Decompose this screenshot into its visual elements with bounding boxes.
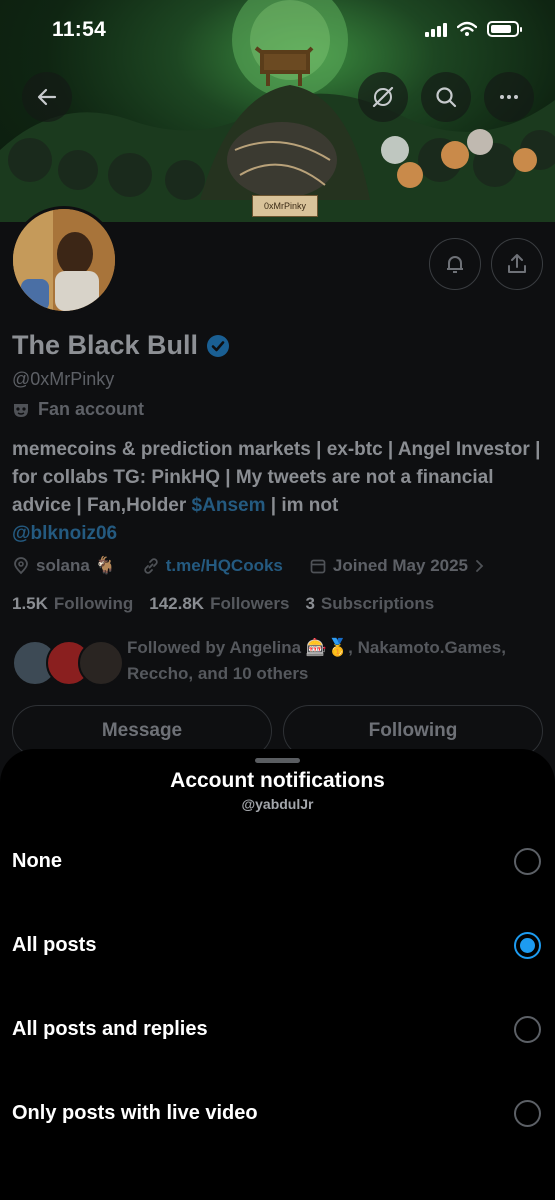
more-dots-icon [500, 95, 518, 99]
back-arrow-icon [37, 88, 57, 106]
profile-handle: @0xMrPinky [12, 369, 115, 389]
followers-label[interactable]: Followers [210, 594, 289, 614]
following-label[interactable]: Following [54, 594, 133, 614]
radio-button[interactable] [514, 1099, 541, 1127]
profile-bio: memecoins & prediction markets | ex-btc … [12, 436, 547, 548]
followed-by-text[interactable]: Followed by Angelina 🎰🥇, Nakamoto.Games,… [127, 635, 527, 687]
location-text: solana 🐐 [36, 556, 116, 575]
follower-avatar [78, 640, 124, 686]
sheet-title: Account notifications [170, 769, 385, 792]
follow-stats: 1.5K Following 142.8K Followers 3 Subscr… [12, 594, 444, 614]
option-label: All posts and replies [12, 1017, 208, 1040]
profile-avatar[interactable] [10, 206, 118, 314]
battery-icon [487, 21, 522, 37]
radio-button[interactable] [514, 1015, 541, 1043]
grok-icon [372, 86, 394, 108]
search-button[interactable] [421, 72, 471, 122]
subscriptions-label[interactable]: Subscriptions [321, 594, 434, 614]
chevron-right-icon[interactable] [474, 559, 486, 573]
wifi-icon [457, 21, 477, 36]
share-button[interactable] [491, 238, 543, 290]
followed-by-avatars[interactable] [12, 640, 124, 688]
location-pin-icon [14, 557, 28, 575]
status-bar: 11:54 [0, 0, 555, 60]
profile-name-text: The Black Bull [12, 330, 199, 360]
search-icon [436, 87, 457, 108]
option-none[interactable]: None [0, 819, 555, 903]
website-link[interactable]: t.me/HQCooks [166, 556, 283, 576]
verified-badge-icon [207, 334, 230, 357]
option-all-posts-and-replies[interactable]: All posts and replies [0, 987, 555, 1071]
bell-plus-icon [447, 256, 463, 273]
back-button[interactable] [22, 72, 72, 122]
followers-count[interactable]: 142.8K [149, 594, 204, 614]
share-icon [508, 254, 526, 273]
subscriptions-count[interactable]: 3 [305, 594, 314, 614]
bio-mention-link[interactable]: @blknoiz06 [12, 523, 117, 544]
more-button[interactable] [484, 72, 534, 122]
option-live-video-only[interactable]: Only posts with live video [0, 1071, 555, 1155]
bio-cashtag-link[interactable]: $Ansem [192, 495, 266, 516]
option-label: Only posts with live video [12, 1101, 258, 1124]
bio-text-2: | im not [265, 495, 339, 516]
radio-button[interactable] [514, 931, 541, 959]
radio-button[interactable] [514, 847, 541, 875]
grok-button[interactable] [358, 72, 408, 122]
mask-icon [14, 403, 28, 417]
following-count[interactable]: 1.5K [12, 594, 48, 614]
radio-dot [520, 937, 535, 953]
option-label: None [12, 849, 62, 872]
fan-account-label: Fan account [12, 399, 144, 420]
profile-meta: solana 🐐 t.me/HQCooks Joined May 2025 [12, 556, 486, 576]
avatar-image [13, 209, 115, 311]
notifications-toggle-button[interactable] [429, 238, 481, 290]
link-icon [144, 558, 158, 574]
account-notifications-sheet: Account notifications @yabdulJr None All… [0, 749, 555, 1200]
sheet-grabber[interactable] [255, 758, 300, 763]
joined-text: Joined May 2025 [332, 556, 469, 575]
calendar-icon [310, 559, 326, 574]
signal-icon [425, 21, 447, 37]
status-time: 11:54 [52, 18, 107, 41]
banner-tag: 0xMrPinky [252, 195, 318, 217]
fan-account-text: Fan account [38, 399, 145, 419]
profile-name: The Black Bull [12, 330, 230, 361]
sheet-subtitle: @yabdulJr [241, 796, 314, 812]
option-all-posts[interactable]: All posts [0, 903, 555, 987]
option-label: All posts [12, 933, 97, 956]
